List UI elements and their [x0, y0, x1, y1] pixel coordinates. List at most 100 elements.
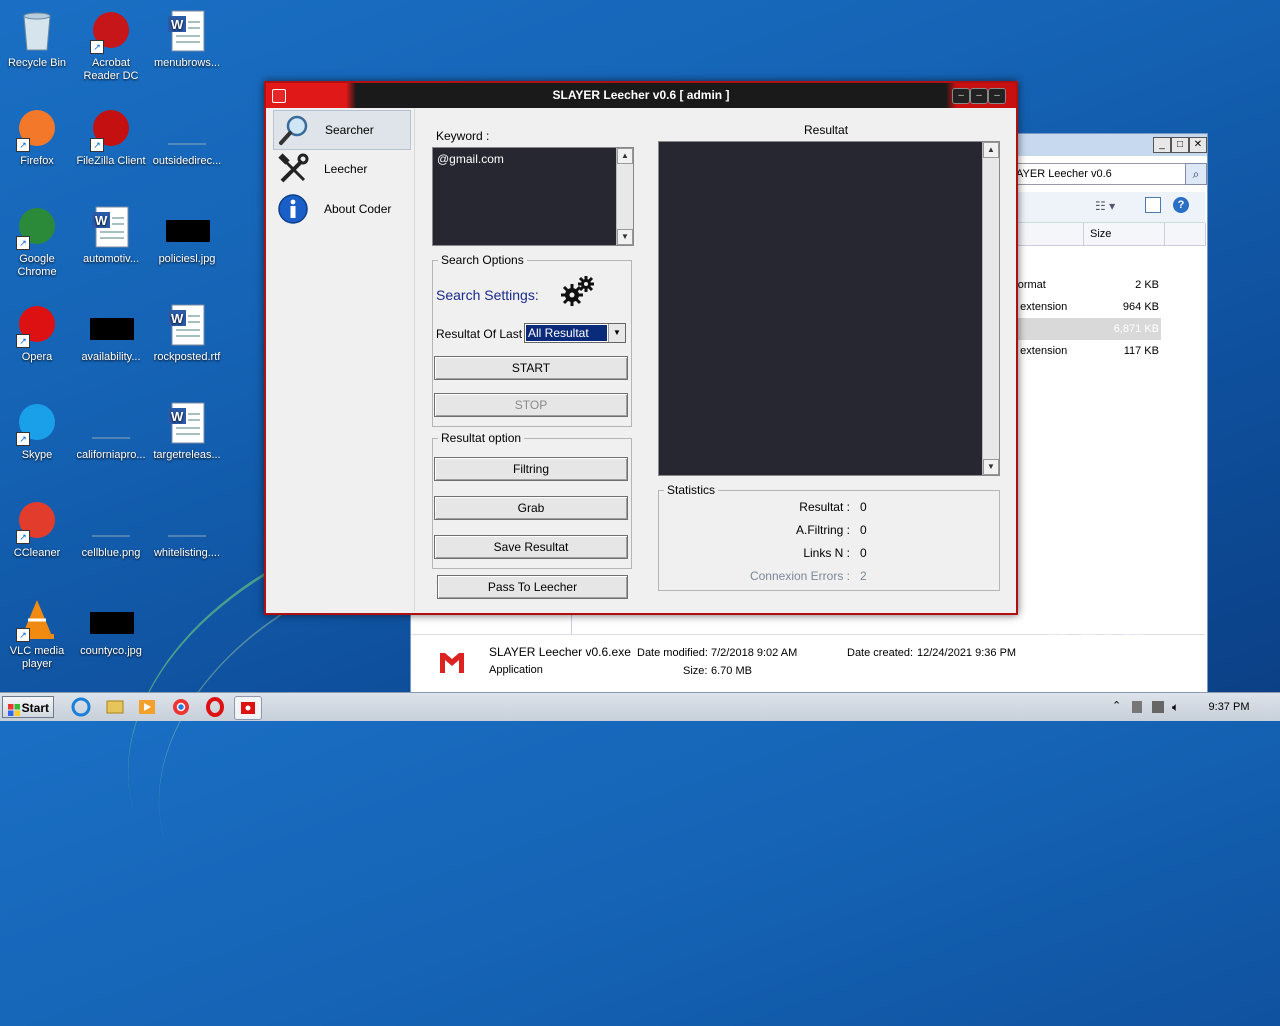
minimize-icon[interactable]: – [952, 88, 970, 104]
stat-resultat-value: 0 [860, 500, 867, 514]
close-icon[interactable]: – [988, 88, 1006, 104]
resultat-output[interactable]: ▲ ▼ [658, 141, 1000, 476]
pass-to-leecher-button[interactable]: Pass To Leecher [437, 575, 628, 599]
app-titlebar[interactable]: SLAYER Leecher v0.6 [ admin ] – – – [266, 83, 1016, 108]
search-icon[interactable]: ⌕ [1185, 163, 1207, 185]
show-hidden-icons-icon[interactable]: ⌃ [1112, 699, 1121, 712]
firefox-icon: ↗ [14, 106, 60, 152]
maximize-icon[interactable]: □ [1171, 137, 1189, 153]
shortcut-arrow-icon: ↗ [16, 628, 30, 642]
nav-searcher[interactable]: Searcher [273, 110, 411, 150]
stat-links-value: 0 [860, 546, 867, 560]
file-row[interactable]: n extension 117 KB [1011, 340, 1161, 362]
desktop-icon[interactable]: ↗ VLC media player [0, 596, 74, 671]
stat-afiltring-label: A.Filtring : [795, 523, 850, 537]
desktop-icon-label: availability... [81, 351, 141, 363]
shortcut-arrow-icon: ↗ [90, 40, 104, 54]
keyword-value: @gmail.com [437, 152, 504, 166]
desktop-icon[interactable]: Wmenubrows... [150, 8, 224, 70]
slayer-leecher-window[interactable]: SLAYER Leecher v0.6 [ admin ] – – – Sear… [264, 81, 1018, 615]
close-icon[interactable]: ✕ [1189, 137, 1207, 153]
column-header-size[interactable]: Size [1084, 223, 1165, 246]
slayer-taskbar-icon[interactable] [234, 696, 262, 720]
desktop-icon[interactable]: ↗ Firefox [0, 106, 74, 168]
file-type-cell: n extension [1011, 301, 1068, 313]
size-label: Size: [683, 665, 708, 677]
desktop-icon[interactable]: ↗ FileZilla Client [74, 106, 148, 168]
grab-button[interactable]: Grab [434, 496, 628, 520]
shortcut-arrow-icon: ↗ [16, 334, 30, 348]
desktop-icon[interactable]: Recycle Bin [0, 8, 74, 70]
desktop-icon[interactable]: californiapro... [74, 400, 148, 462]
file-row[interactable]: n extension 964 KB [1011, 296, 1161, 318]
start-button[interactable]: Start [2, 696, 54, 718]
desktop-icon[interactable]: ↗ Google Chrome [0, 204, 74, 279]
minimize-icon[interactable]: _ [1153, 137, 1171, 153]
file-row[interactable]: n6,871 KB [1011, 318, 1161, 340]
desktop-icon[interactable]: Wtargetreleas... [150, 400, 224, 462]
resultat-of-last-select[interactable]: All Resultat ▼ [524, 323, 626, 343]
created-value: 12/24/2021 9:36 PM [917, 647, 1017, 659]
save-resultat-button[interactable]: Save Resultat [434, 535, 628, 559]
desktop-icon-label: VLC media player [9, 645, 65, 670]
desktop-icon-label: targetreleas... [153, 449, 221, 461]
column-header[interactable] [1165, 223, 1206, 246]
keyword-input[interactable]: @gmail.com ▲ ▼ [432, 147, 634, 246]
scroll-down-icon[interactable]: ▼ [617, 229, 633, 245]
nav-leecher[interactable]: Leecher [273, 150, 409, 188]
chevron-down-icon[interactable]: ▼ [608, 324, 625, 342]
ie-icon[interactable] [68, 696, 94, 718]
scrollbar[interactable]: ▲ ▼ [982, 142, 999, 475]
file-size-cell: 2 KB [1135, 279, 1159, 291]
desktop-icon[interactable]: ↗ Acrobat Reader DC [74, 8, 148, 83]
filtring-button[interactable]: Filtring [434, 457, 628, 481]
column-header-type[interactable] [1011, 223, 1084, 246]
start-button[interactable]: START [434, 356, 628, 380]
desktop-icon[interactable]: ↗ Opera [0, 302, 74, 364]
desktop-icon[interactable]: ↗ CCleaner [0, 498, 74, 560]
shortcut-arrow-icon: ↗ [16, 530, 30, 544]
word-doc-icon: W [88, 204, 134, 250]
stop-button[interactable]: STOP [434, 393, 628, 417]
flag-icon[interactable] [1132, 701, 1142, 713]
help-icon[interactable]: ? [1173, 197, 1189, 213]
maximize-icon[interactable]: – [970, 88, 988, 104]
desktop-icon[interactable]: Wautomotiv... [74, 204, 148, 266]
opera-icon[interactable] [202, 696, 228, 718]
created-label: Date created: [847, 647, 914, 659]
tools-icon [277, 153, 309, 185]
stat-links-label: Links N : [803, 546, 850, 560]
explorer-icon[interactable] [102, 696, 128, 718]
shortcut-arrow-icon: ↗ [16, 432, 30, 446]
desktop-icon-label: Opera [21, 351, 53, 363]
network-icon[interactable] [1152, 701, 1164, 713]
file-row[interactable]: Format 2 KB [1011, 274, 1161, 296]
desktop-icon[interactable]: availability... [74, 302, 148, 364]
desktop-icon[interactable]: outsidedirec... [150, 106, 224, 168]
explorer-search-input[interactable]: AYER Leecher v0.6 [1011, 163, 1187, 185]
svg-text:W: W [95, 213, 108, 228]
resultat-title: Resultat [804, 123, 849, 137]
gear-icon[interactable] [560, 275, 596, 307]
stat-afiltring-value: 0 [860, 523, 867, 537]
desktop-icon[interactable]: whitelisting.... [150, 498, 224, 560]
svg-text:W: W [171, 17, 184, 32]
desktop-icon[interactable]: ↗ Skype [0, 400, 74, 462]
chrome-icon[interactable] [168, 696, 194, 718]
desktop-icon[interactable]: policiesl.jpg [150, 204, 224, 266]
desktop-icon[interactable]: Wrockposted.rtf [150, 302, 224, 364]
desktop-icon[interactable]: countyco.jpg [74, 596, 148, 658]
media-player-icon[interactable] [134, 696, 160, 718]
nav-about-coder[interactable]: About Coder [273, 190, 409, 228]
preview-pane-icon[interactable] [1145, 197, 1161, 213]
volume-icon[interactable]: 🔈︎ [1172, 700, 1179, 715]
scroll-up-icon[interactable]: ▲ [617, 148, 633, 164]
acrobat-icon: ↗ [88, 8, 134, 54]
view-options-icon[interactable]: ☷ ▾ [1095, 199, 1115, 213]
stat-resultat-label: Resultat : [799, 500, 850, 514]
clock[interactable]: 9:37 PM [1198, 693, 1260, 721]
scroll-down-icon[interactable]: ▼ [983, 459, 999, 475]
scroll-up-icon[interactable]: ▲ [983, 142, 999, 158]
scrollbar[interactable]: ▲ ▼ [616, 148, 633, 245]
desktop-icon[interactable]: cellblue.png [74, 498, 148, 560]
